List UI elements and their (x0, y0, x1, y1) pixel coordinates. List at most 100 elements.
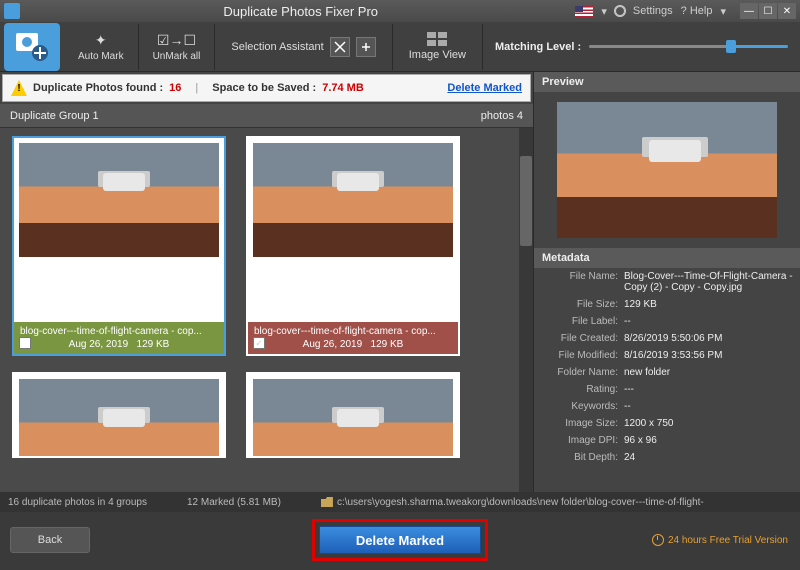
dup-count: 16 (169, 82, 181, 94)
selection-assistant-btn-1[interactable] (330, 37, 350, 57)
slider-thumb[interactable] (726, 40, 736, 53)
status-bar: ! Duplicate Photos found : 16 | Space to… (2, 74, 531, 102)
close-button[interactable]: ✕ (778, 3, 796, 19)
photo-date: Aug 26, 2019 (303, 339, 363, 350)
metadata-value: 24 (624, 452, 794, 463)
wand-icon: ✦ (95, 31, 107, 49)
metadata-section-label: Metadata (534, 248, 800, 268)
trial-text: 24 hours Free Trial Version (668, 535, 788, 546)
photo-caption: blog-cover---time-of-flight-camera - cop… (248, 322, 458, 354)
minimize-button[interactable]: — (740, 3, 758, 19)
path-text: c:\users\yogesh.sharma.tweakorg\download… (337, 497, 704, 508)
delete-marked-button[interactable]: Delete Marked (319, 526, 481, 554)
trial-notice: 24 hours Free Trial Version (652, 534, 788, 546)
settings-link[interactable]: Settings (633, 5, 673, 17)
metadata-row: File Created:8/26/2019 5:50:06 PM (534, 330, 800, 347)
photo-checkbox[interactable] (19, 337, 31, 349)
duplicates-panel: ! Duplicate Photos found : 16 | Space to… (0, 72, 534, 492)
metadata-row: Image DPI:96 x 96 (534, 432, 800, 449)
matching-level-slider[interactable] (589, 45, 788, 48)
auto-mark-label: Auto Mark (78, 51, 124, 62)
photo-card[interactable] (12, 372, 226, 458)
group-header[interactable]: Duplicate Group 1 photos 4 (0, 104, 533, 128)
metadata-key: File Label: (540, 316, 624, 327)
metadata-value: 1200 x 750 (624, 418, 794, 429)
group-count: photos 4 (481, 110, 523, 122)
preview-box (534, 92, 800, 248)
metadata-value: 8/26/2019 5:50:06 PM (624, 333, 794, 344)
metadata-row: File Modified:8/16/2019 3:53:56 PM (534, 347, 800, 364)
photo-card[interactable]: blog-cover---time-of-flight-camera - cop… (246, 136, 460, 356)
photo-filename: blog-cover---time-of-flight-camera - cop… (254, 326, 452, 337)
metadata-key: File Created: (540, 333, 624, 344)
preview-image (557, 102, 777, 238)
matching-level-slider-group: Matching Level : (483, 41, 800, 53)
unmark-all-label: UnMark all (153, 51, 201, 62)
metadata-value: 129 KB (624, 299, 794, 310)
matching-level-label: Matching Level : (495, 41, 581, 53)
metadata-row: Image Size:1200 x 750 (534, 415, 800, 432)
summary-text: 16 duplicate photos in 4 groups (8, 497, 147, 508)
image-view-button[interactable]: Image View (393, 24, 483, 70)
metadata-value: 96 x 96 (624, 435, 794, 446)
metadata-row: File Name:Blog-Cover---Time-Of-Flight-Ca… (534, 268, 800, 296)
photo-card[interactable] (246, 372, 460, 458)
metadata-key: File Modified: (540, 350, 624, 361)
auto-mark-button[interactable]: ✦ Auto Mark (64, 24, 139, 70)
toolbar: ✦ Auto Mark ☑→☐ UnMark all Selection Ass… (0, 22, 800, 72)
photo-card[interactable]: blog-cover---time-of-flight-camera - cop… (12, 136, 226, 356)
space-label: Space to be Saved : (212, 82, 316, 94)
metadata-row: Bit Depth:24 (534, 449, 800, 466)
metadata-value: Blog-Cover---Time-Of-Flight-Camera - Cop… (624, 271, 794, 293)
dup-found-label: Duplicate Photos found : (33, 82, 163, 94)
preview-section-label: Preview (534, 72, 800, 92)
metadata-key: Keywords: (540, 401, 624, 412)
metadata-value: -- (624, 401, 794, 412)
photo-thumbnail (248, 374, 458, 458)
metadata-key: Folder Name: (540, 367, 624, 378)
titlebar: Duplicate Photos Fixer Pro ▾ Settings ? … (0, 0, 800, 22)
delete-label: Delete Marked (356, 533, 444, 548)
footer: Back Delete Marked 24 hours Free Trial V… (0, 512, 800, 568)
gear-icon[interactable] (615, 6, 625, 16)
metadata-value: 8/16/2019 3:53:56 PM (624, 350, 794, 361)
unmark-icon: ☑→☐ (157, 31, 196, 49)
thumbnails-area: blog-cover---time-of-flight-camera - cop… (0, 128, 533, 492)
metadata-row: Keywords:-- (534, 398, 800, 415)
right-panel: Preview Metadata File Name:Blog-Cover---… (534, 72, 800, 492)
metadata-value: -- (624, 316, 794, 327)
unmark-all-button[interactable]: ☑→☐ UnMark all (139, 24, 216, 70)
selection-assistant-group: Selection Assistant (215, 24, 392, 70)
photo-checkbox[interactable]: ✓ (253, 337, 265, 349)
back-button[interactable]: Back (10, 527, 90, 553)
photo-size: 129 KB (371, 339, 404, 350)
vertical-scrollbar[interactable] (519, 128, 533, 492)
photo-size: 129 KB (137, 339, 170, 350)
photo-date: Aug 26, 2019 (69, 339, 129, 350)
metadata-row: File Size:129 KB (534, 296, 800, 313)
language-dropdown-arrow[interactable]: ▾ (601, 5, 607, 18)
metadata-key: Bit Depth: (540, 452, 624, 463)
bottom-status-bar: 16 duplicate photos in 4 groups 12 Marke… (0, 492, 800, 512)
metadata-table: File Name:Blog-Cover---Time-Of-Flight-Ca… (534, 268, 800, 492)
selection-assistant-btn-2[interactable] (356, 37, 376, 57)
help-link[interactable]: ? Help (681, 5, 713, 17)
space-value: 7.74 MB (322, 82, 364, 94)
group-name: Duplicate Group 1 (10, 110, 481, 122)
window-title: Duplicate Photos Fixer Pro (26, 4, 575, 19)
help-dropdown-arrow[interactable]: ▾ (720, 5, 726, 18)
metadata-row: Folder Name:new folder (534, 364, 800, 381)
folder-icon (321, 497, 333, 507)
warning-icon: ! (11, 80, 27, 96)
metadata-key: Image Size: (540, 418, 624, 429)
photo-thumbnail (14, 374, 224, 458)
delete-marked-link[interactable]: Delete Marked (447, 82, 522, 94)
photo-thumbnail (14, 138, 224, 262)
language-flag-icon[interactable] (575, 6, 593, 17)
maximize-button[interactable]: ☐ (759, 3, 777, 19)
metadata-row: Rating:--- (534, 381, 800, 398)
metadata-key: Rating: (540, 384, 624, 395)
metadata-value: new folder (624, 367, 794, 378)
marked-text: 12 Marked (5.81 MB) (187, 497, 281, 508)
scrollbar-handle[interactable] (520, 156, 532, 246)
